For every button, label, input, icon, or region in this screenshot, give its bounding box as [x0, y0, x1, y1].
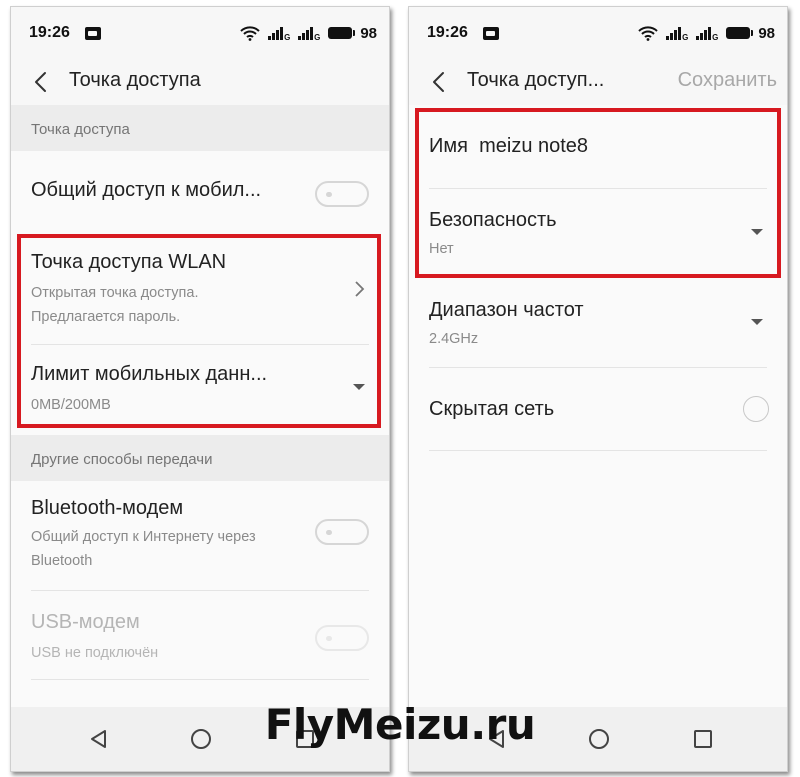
status-bar: 19:26 G G 98 — [409, 7, 787, 59]
hidden-network-row[interactable]: Скрытая сеть — [409, 368, 787, 450]
frequency-band-row[interactable]: Диапазон частот 2.4GHz — [409, 283, 787, 367]
divider — [429, 450, 767, 451]
signal-icon: G — [298, 26, 320, 42]
usb-modem-subtitle: USB не подключён — [31, 645, 159, 661]
title-bar: Точка доступа — [11, 59, 389, 105]
wifi-icon — [638, 25, 659, 41]
signal-icon: G — [268, 26, 290, 42]
hidden-network-radio[interactable] — [743, 396, 769, 422]
bluetooth-modem-row[interactable]: Bluetooth-модем Общий доступ к Интернету… — [11, 481, 389, 589]
section-header-hotspot: Точка доступа — [11, 105, 389, 151]
bluetooth-modem-title: Bluetooth-модем — [31, 497, 184, 519]
section-header-other: Другие способы передачи — [11, 435, 389, 481]
back-arrow-icon[interactable] — [29, 69, 55, 95]
mobile-sharing-label: Общий доступ к мобил... — [31, 179, 262, 201]
right-phone-screen: 19:26 G G 98 Точка доступ... Сохранить И… — [408, 6, 788, 772]
bluetooth-modem-subtitle: Общий доступ к Интернету через — [31, 529, 256, 545]
watermark-text: FlyMeizu.ru — [264, 700, 536, 749]
battery-percent: 98 — [360, 24, 377, 42]
frequency-band-value: 2.4GHz — [429, 331, 479, 347]
battery-icon — [328, 27, 356, 39]
frequency-band-title: Диапазон частот — [429, 299, 584, 321]
status-bar: 19:26 G G 98 — [11, 7, 389, 59]
page-title: Точка доступа — [69, 69, 201, 91]
hidden-network-title: Скрытая сеть — [429, 398, 555, 420]
battery-percent: 98 — [758, 24, 775, 42]
highlight-box — [415, 108, 781, 278]
usb-modem-title: USB-модем — [31, 611, 140, 633]
signal-icon: G — [666, 26, 688, 42]
usb-modem-row[interactable]: USB-модем USB не подключён — [11, 591, 389, 677]
highlight-box — [17, 234, 381, 428]
bluetooth-modem-toggle[interactable] — [315, 519, 369, 545]
usb-modem-toggle[interactable] — [315, 625, 369, 651]
status-time: 19:26 — [29, 24, 70, 41]
left-phone-screen: 19:26 G G 98 Точка доступа Точка доступа… — [10, 6, 390, 772]
notification-icon — [483, 27, 499, 40]
notification-icon — [85, 27, 101, 40]
signal-icon: G — [696, 26, 718, 42]
battery-icon — [726, 27, 754, 39]
wifi-icon — [240, 25, 261, 41]
save-button[interactable]: Сохранить — [678, 69, 777, 92]
divider — [31, 679, 369, 680]
mobile-sharing-row[interactable]: Общий доступ к мобил... — [11, 151, 389, 239]
dropdown-arrow-icon — [751, 319, 763, 325]
bluetooth-modem-subtitle-2: Bluetooth — [31, 553, 93, 569]
back-arrow-icon[interactable] — [427, 69, 453, 95]
mobile-sharing-toggle[interactable] — [315, 181, 369, 207]
title-bar: Точка доступ... Сохранить — [409, 59, 787, 105]
status-time: 19:26 — [427, 24, 468, 41]
page-title: Точка доступ... — [467, 69, 605, 91]
